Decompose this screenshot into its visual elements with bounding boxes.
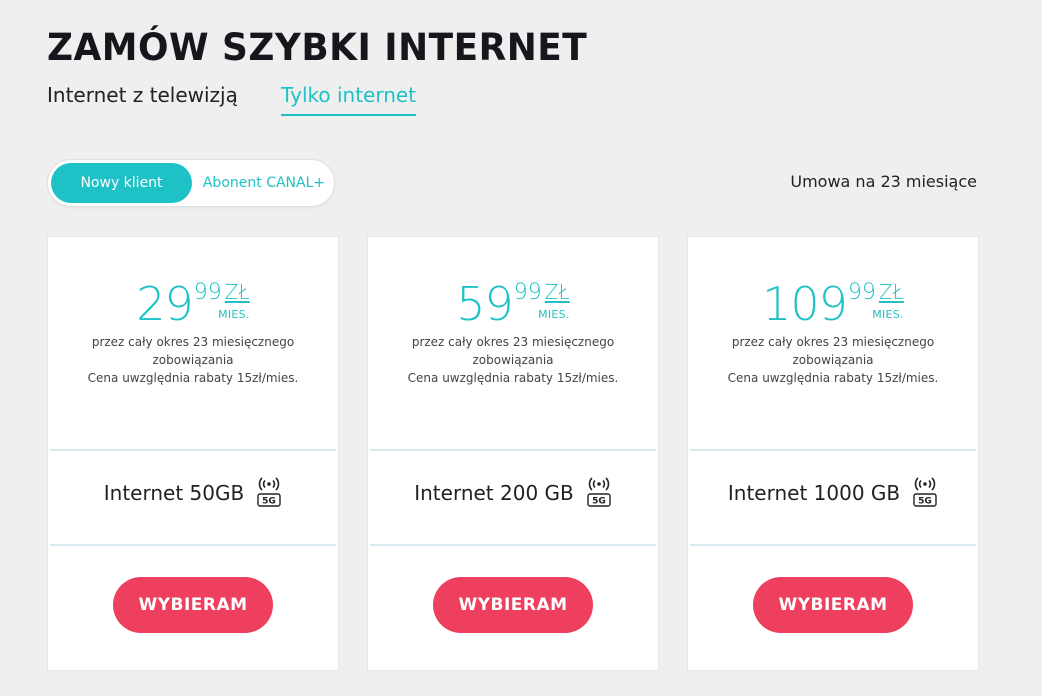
desc-line: przez cały okres 23 miesięcznego bbox=[411, 335, 615, 349]
desc-line: zobowiązania bbox=[152, 353, 234, 367]
plan-name: Internet 1000 GB bbox=[727, 481, 901, 505]
plan-name: Internet 50GB bbox=[103, 481, 245, 505]
desc-line: zobowiązania bbox=[472, 353, 554, 367]
5g-signal-icon: 5G bbox=[586, 476, 612, 508]
choose-button[interactable]: WYBIERAM bbox=[433, 577, 593, 633]
plan-row: Internet 50GB 5G bbox=[48, 475, 338, 511]
plan-row: Internet 200 GB 5G bbox=[368, 475, 658, 511]
divider bbox=[690, 449, 976, 451]
price-period: MIES. bbox=[218, 308, 250, 321]
choose-button[interactable]: WYBIERAM bbox=[753, 577, 913, 633]
divider bbox=[370, 449, 656, 451]
price-period: MIES. bbox=[872, 308, 904, 321]
contract-length-label: Umowa na 23 miesiące bbox=[790, 172, 977, 191]
plan-name: Internet 200 GB bbox=[414, 481, 574, 505]
desc-line: Cena uwzględnia rabaty 15zł/mies. bbox=[727, 371, 939, 385]
offer-card: 29 99 ZŁ MIES. przez cały okres 23 miesi… bbox=[47, 236, 339, 671]
desc-line: Cena uwzględnia rabaty 15zł/mies. bbox=[87, 371, 299, 385]
5g-signal-icon: 5G bbox=[256, 476, 282, 508]
5g-signal-icon: 5G bbox=[912, 476, 938, 508]
price-decimal: 99 bbox=[193, 280, 222, 305]
badge-label: 5G bbox=[592, 497, 606, 507]
offer-card: 109 99 ZŁ MIES. przez cały okres 23 mies… bbox=[687, 236, 979, 671]
badge-label: 5G bbox=[918, 497, 932, 507]
divider bbox=[50, 449, 336, 451]
tab-internet-with-tv[interactable]: Internet z telewizją bbox=[47, 80, 238, 110]
price-integer: 109 bbox=[762, 277, 848, 331]
price-period: MIES. bbox=[538, 308, 570, 321]
price: 59 99 ZŁ MIES. bbox=[368, 279, 658, 329]
price-description: przez cały okres 23 miesięcznego zobowią… bbox=[688, 333, 978, 387]
desc-line: przez cały okres 23 miesięcznego bbox=[731, 335, 935, 349]
client-type-toggle: Nowy klient Abonent CANAL+ bbox=[47, 159, 335, 207]
desc-line: przez cały okres 23 miesięcznego bbox=[91, 335, 295, 349]
price-description: przez cały okres 23 miesięcznego zobowią… bbox=[368, 333, 658, 387]
choose-button[interactable]: WYBIERAM bbox=[113, 577, 273, 633]
offer-card: 59 99 ZŁ MIES. przez cały okres 23 miesi… bbox=[367, 236, 659, 671]
price-currency: ZŁ bbox=[224, 280, 250, 304]
price-integer: 59 bbox=[456, 277, 514, 331]
price-decimal: 99 bbox=[847, 280, 876, 305]
desc-line: zobowiązania bbox=[792, 353, 874, 367]
badge-label: 5G bbox=[262, 497, 276, 507]
price: 29 99 ZŁ MIES. bbox=[48, 279, 338, 329]
toggle-new-client[interactable]: Nowy klient bbox=[51, 163, 192, 203]
toggle-canal-subscriber[interactable]: Abonent CANAL+ bbox=[196, 163, 332, 203]
divider bbox=[50, 544, 336, 546]
price-integer: 29 bbox=[136, 277, 194, 331]
price: 109 99 ZŁ MIES. bbox=[688, 279, 978, 329]
plan-row: Internet 1000 GB 5G bbox=[688, 475, 978, 511]
divider bbox=[370, 544, 656, 546]
desc-line: Cena uwzględnia rabaty 15zł/mies. bbox=[407, 371, 619, 385]
tab-internet-only[interactable]: Tylko internet bbox=[281, 80, 417, 116]
price-currency: ZŁ bbox=[878, 280, 904, 304]
price-currency: ZŁ bbox=[544, 280, 570, 304]
price-description: przez cały okres 23 miesięcznego zobowią… bbox=[48, 333, 338, 387]
page-title: ZAMÓW SZYBKI INTERNET bbox=[47, 26, 588, 69]
divider bbox=[690, 544, 976, 546]
price-decimal: 99 bbox=[513, 280, 542, 305]
